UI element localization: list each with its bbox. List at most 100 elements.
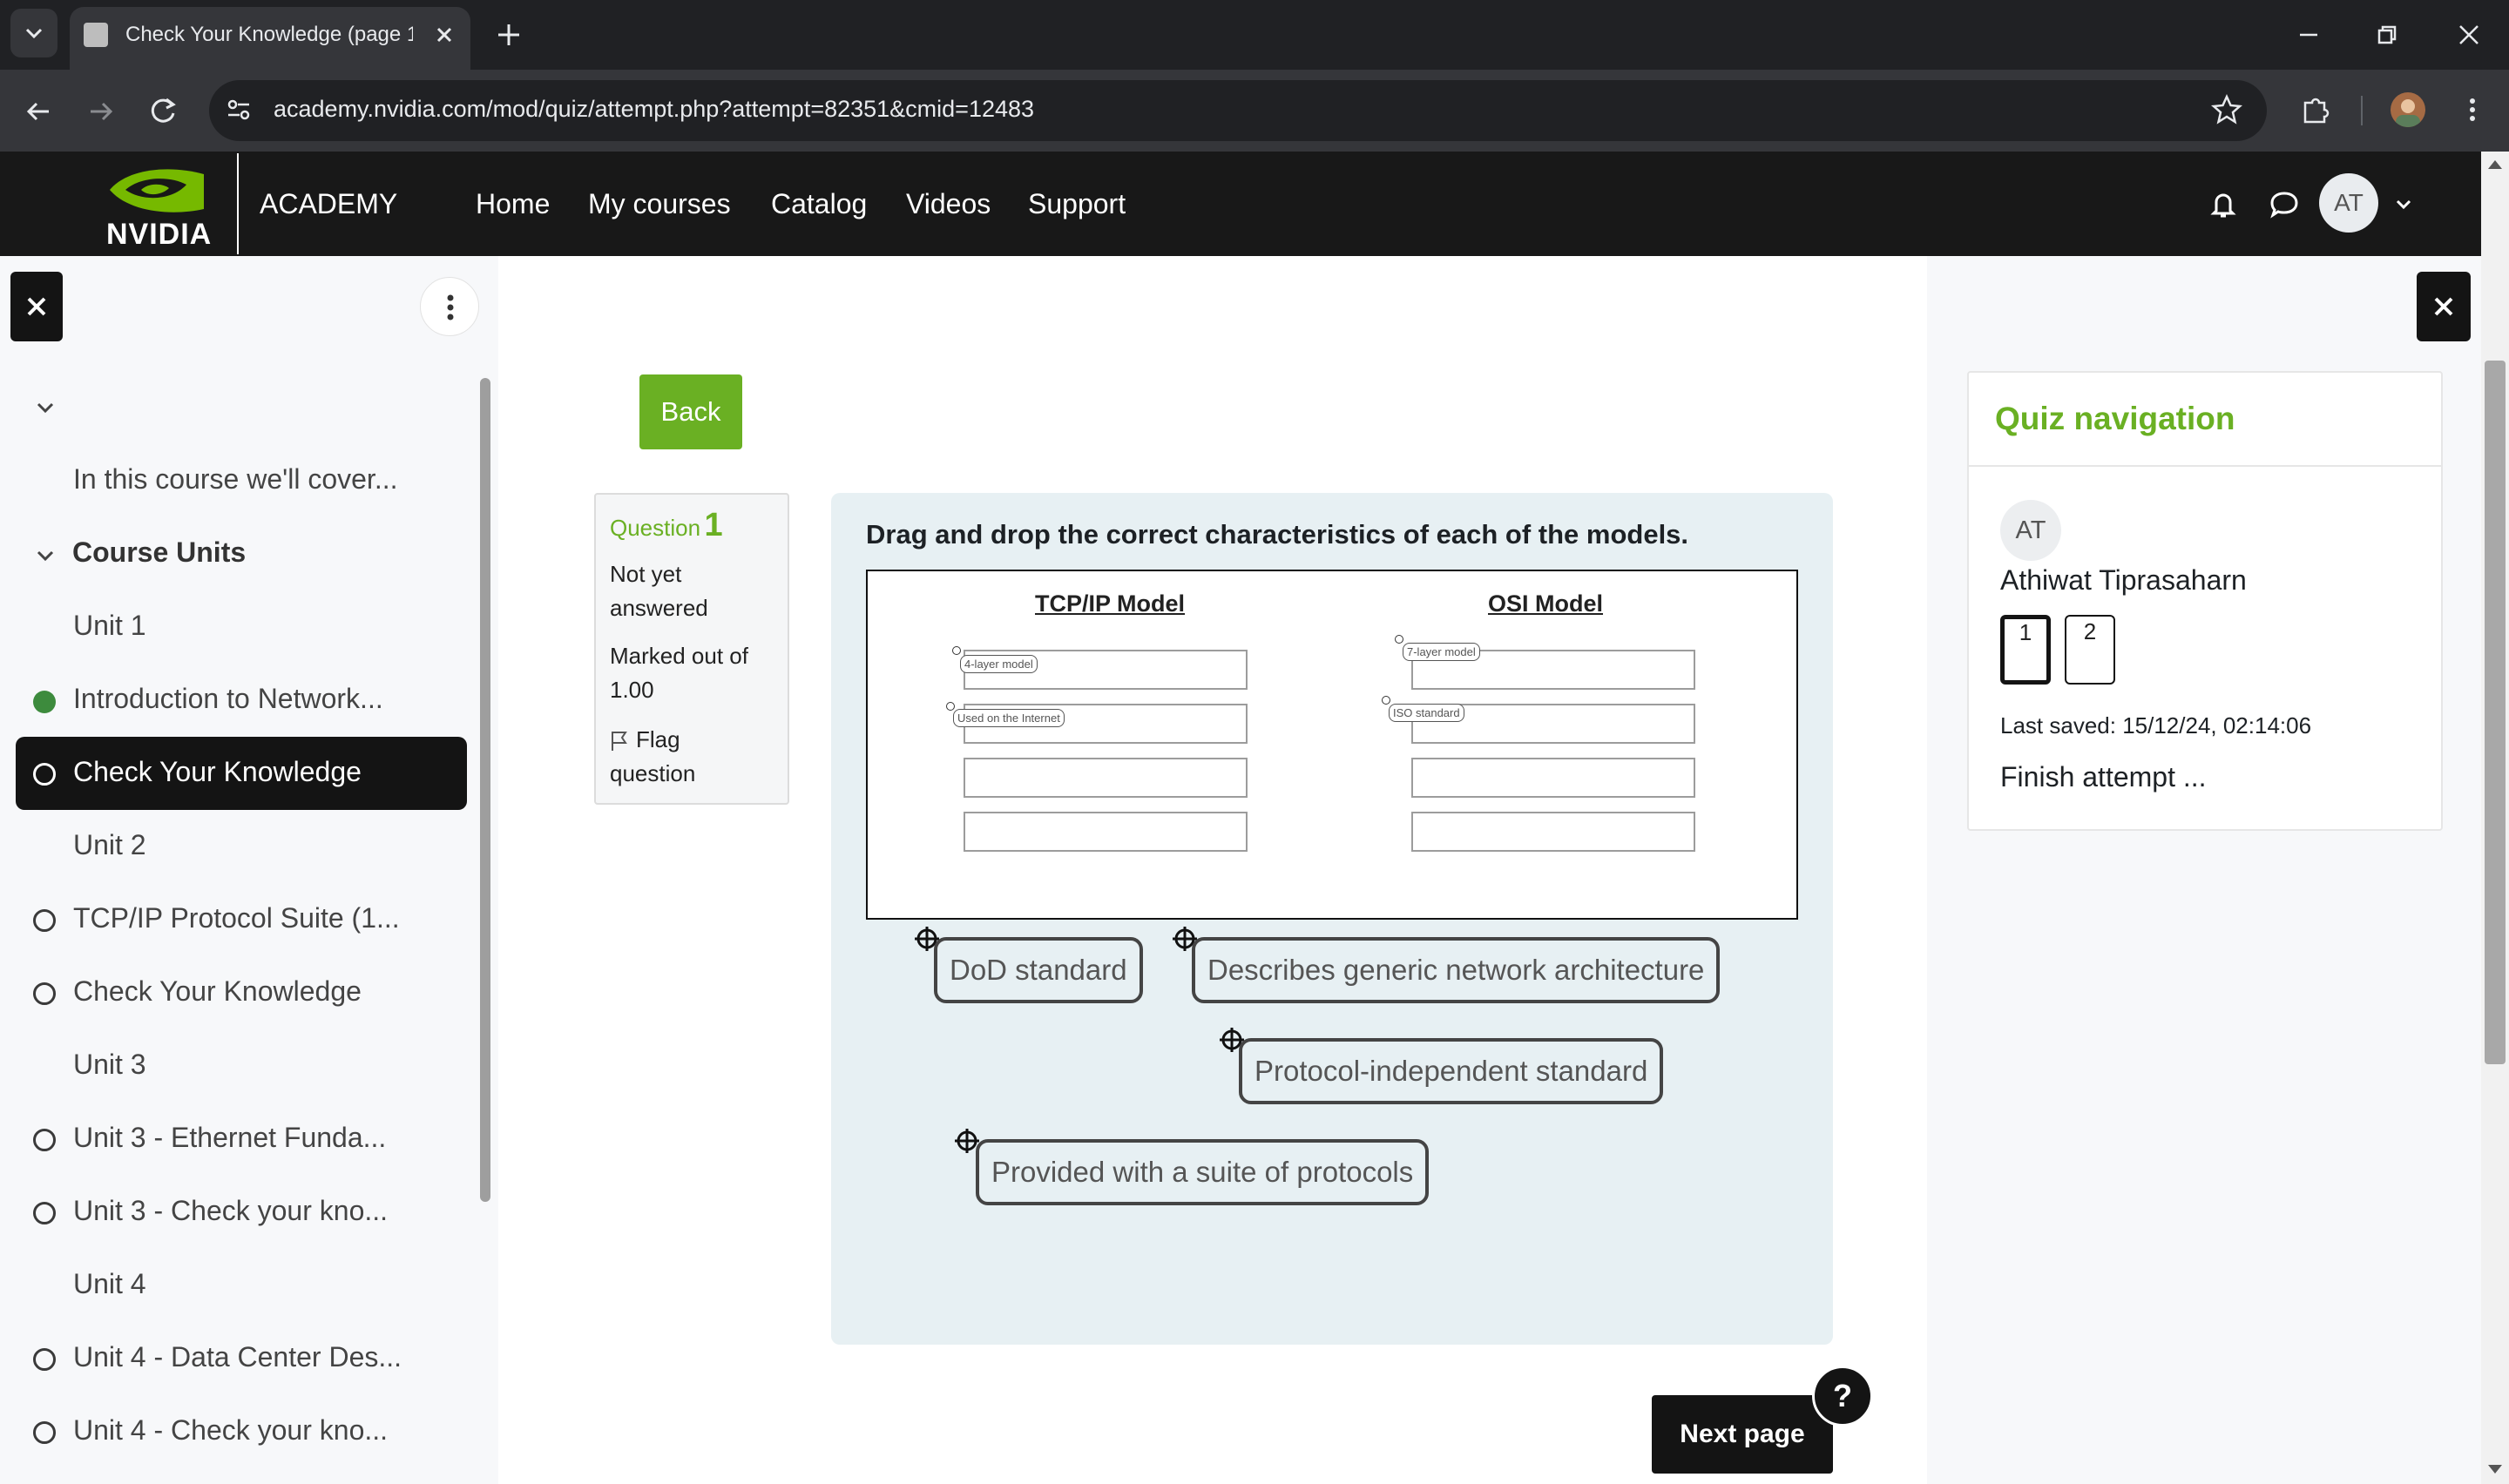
nav-support[interactable]: Support [1028,188,1126,220]
drawer-intro-item[interactable]: In this course we'll cover... [73,463,397,496]
drawer-item-unit-1[interactable]: Unit 1 [73,610,146,642]
extensions-icon[interactable] [2298,92,2333,127]
academy-label[interactable]: ACADEMY [260,188,397,220]
drawer-item-unit-3-ethernet[interactable]: Unit 3 - Ethernet Funda... [73,1122,386,1154]
help-button[interactable]: ? [1812,1366,1873,1427]
tab-list-dropdown[interactable] [10,9,57,57]
drawer-item-unit-2[interactable]: Unit 2 [73,829,146,861]
incomplete-circle-icon [33,763,56,786]
site-info-icon[interactable] [223,94,254,125]
page-scrollbar-thumb[interactable] [2485,361,2506,1064]
drawer-item-introduction[interactable]: Introduction to Network... [73,683,383,715]
last-saved-text: Last saved: 15/12/24, 02:14:06 [2000,712,2312,739]
incomplete-circle-icon [33,982,56,1005]
scroll-up-arrow-icon[interactable] [2485,155,2506,174]
header-divider [237,153,239,254]
tab-close-icon[interactable] [430,21,458,49]
close-icon [27,297,46,316]
drawer-item-unit-4-check[interactable]: Unit 4 - Check your kno... [73,1414,388,1447]
profile-avatar[interactable] [2391,92,2425,127]
close-drawer-button[interactable] [10,272,63,341]
placed-item-osi-2[interactable]: ISO standard [1389,704,1464,722]
quiz-page-1-label: 1 [2019,619,2032,645]
next-page-button[interactable]: Next page [1652,1395,1833,1474]
messages-icon[interactable] [2267,186,2302,221]
quiz-user-avatar: AT [2000,500,2061,561]
back-arrow-icon[interactable] [21,94,56,129]
user-avatar[interactable]: AT [2319,173,2378,233]
bookmark-star-icon[interactable] [2209,92,2244,127]
draggable-item[interactable]: Protocol-independent standard [1239,1038,1664,1104]
osi-drop-zone-4[interactable] [1411,812,1695,852]
completed-dot-icon [33,691,56,713]
url-text[interactable]: academy.nvidia.com/mod/quiz/attempt.php?… [274,96,1034,123]
drawer-item-unit-4-data-center[interactable]: Unit 4 - Data Center Des... [73,1341,402,1373]
toolbar-divider [2361,96,2363,125]
finish-attempt-link[interactable]: Finish attempt ... [2000,761,2207,793]
restore-icon[interactable] [2371,19,2403,51]
nvidia-eye-icon [110,169,204,212]
close-window-icon[interactable] [2453,19,2485,51]
user-menu-chevron-icon[interactable] [2391,192,2417,218]
kebab-menu-icon [447,294,454,320]
draggable-item[interactable]: Provided with a suite of protocols [976,1139,1430,1205]
drawer-scrollbar-thumb[interactable] [480,378,490,1202]
placed-marker-icon [952,646,961,655]
back-button[interactable]: Back [639,374,742,449]
draggable-item[interactable]: DoD standard [934,937,1143,1003]
placed-item-tcp-2[interactable]: Used on the Internet [953,709,1065,727]
new-tab-icon[interactable] [493,19,524,51]
quiz-page-1-button[interactable]: 1 [2000,615,2051,685]
tcp-drop-zone-4[interactable] [964,812,1248,852]
close-block-drawer-button[interactable] [2417,272,2471,341]
notifications-bell-icon[interactable] [2206,186,2241,221]
tab-title: Check Your Knowledge (page 1 [125,23,413,46]
drawer-item-tcpip-suite[interactable]: TCP/IP Protocol Suite (1... [73,902,400,934]
quiz-page-2-button[interactable]: 2 [2065,615,2115,685]
tcp-drop-zone-3[interactable] [964,758,1248,798]
placed-marker-icon [1382,696,1390,705]
nav-videos[interactable]: Videos [906,188,991,220]
next-page-label: Next page [1680,1420,1805,1448]
nvidia-wordmark: NVIDIA [106,218,213,251]
minimize-icon[interactable] [2293,19,2324,51]
draggable-item[interactable]: Describes generic network architecture [1192,937,1721,1003]
drawer-item-check-your-knowledge-2[interactable]: Check Your Knowledge [73,975,362,1008]
nav-my-courses[interactable]: My courses [588,188,731,220]
osi-drop-zone-3[interactable] [1411,758,1695,798]
drawer-options-button[interactable] [420,277,479,336]
nvidia-logo[interactable]: NVIDIA [103,162,220,251]
placed-marker-icon [1395,635,1403,644]
flag-icon [612,732,627,751]
nav-catalog[interactable]: Catalog [771,188,867,220]
section-chevron-icon[interactable] [31,542,59,570]
nav-home[interactable]: Home [476,188,550,220]
drawer-item-unit-3-check[interactable]: Unit 3 - Check your kno... [73,1195,388,1227]
back-button-label: Back [660,396,721,427]
quiz-user-initials: AT [2015,516,2046,544]
reload-icon[interactable] [145,92,181,129]
question-marks: Marked out of 1.00 [610,643,748,703]
scroll-down-arrow-icon[interactable] [2485,1460,2506,1479]
drawer-item-check-your-knowledge[interactable]: Check Your Knowledge [73,756,362,788]
collapse-all-chevron-icon[interactable] [31,394,59,422]
incomplete-circle-icon [33,1348,56,1371]
drawer-item-unit-4[interactable]: Unit 4 [73,1268,146,1300]
incomplete-circle-icon [33,1421,56,1444]
browser-menu-icon[interactable] [2455,92,2490,127]
quiz-user-name: Athiwat Tiprasaharn [2000,564,2247,596]
placed-item-osi-1[interactable]: 7-layer model [1403,643,1480,661]
help-icon: ? [1833,1378,1852,1413]
placed-item-tcp-1[interactable]: 4-layer model [960,655,1038,673]
flag-question-link[interactable]: Flag question [610,723,784,791]
question-prompt: Drag and drop the correct characteristic… [866,519,1689,550]
tcp-ip-column-heading: TCP/IP Model [1035,590,1186,617]
chevron-down-icon [25,28,43,39]
favicon-icon [84,23,108,47]
forward-arrow-icon[interactable] [84,94,118,129]
drawer-item-unit-3[interactable]: Unit 3 [73,1049,146,1081]
incomplete-circle-icon [33,1202,56,1224]
incomplete-circle-icon [33,1129,56,1151]
section-course-units[interactable]: Course Units [72,536,246,569]
quiz-page-2-label: 2 [2083,618,2097,644]
